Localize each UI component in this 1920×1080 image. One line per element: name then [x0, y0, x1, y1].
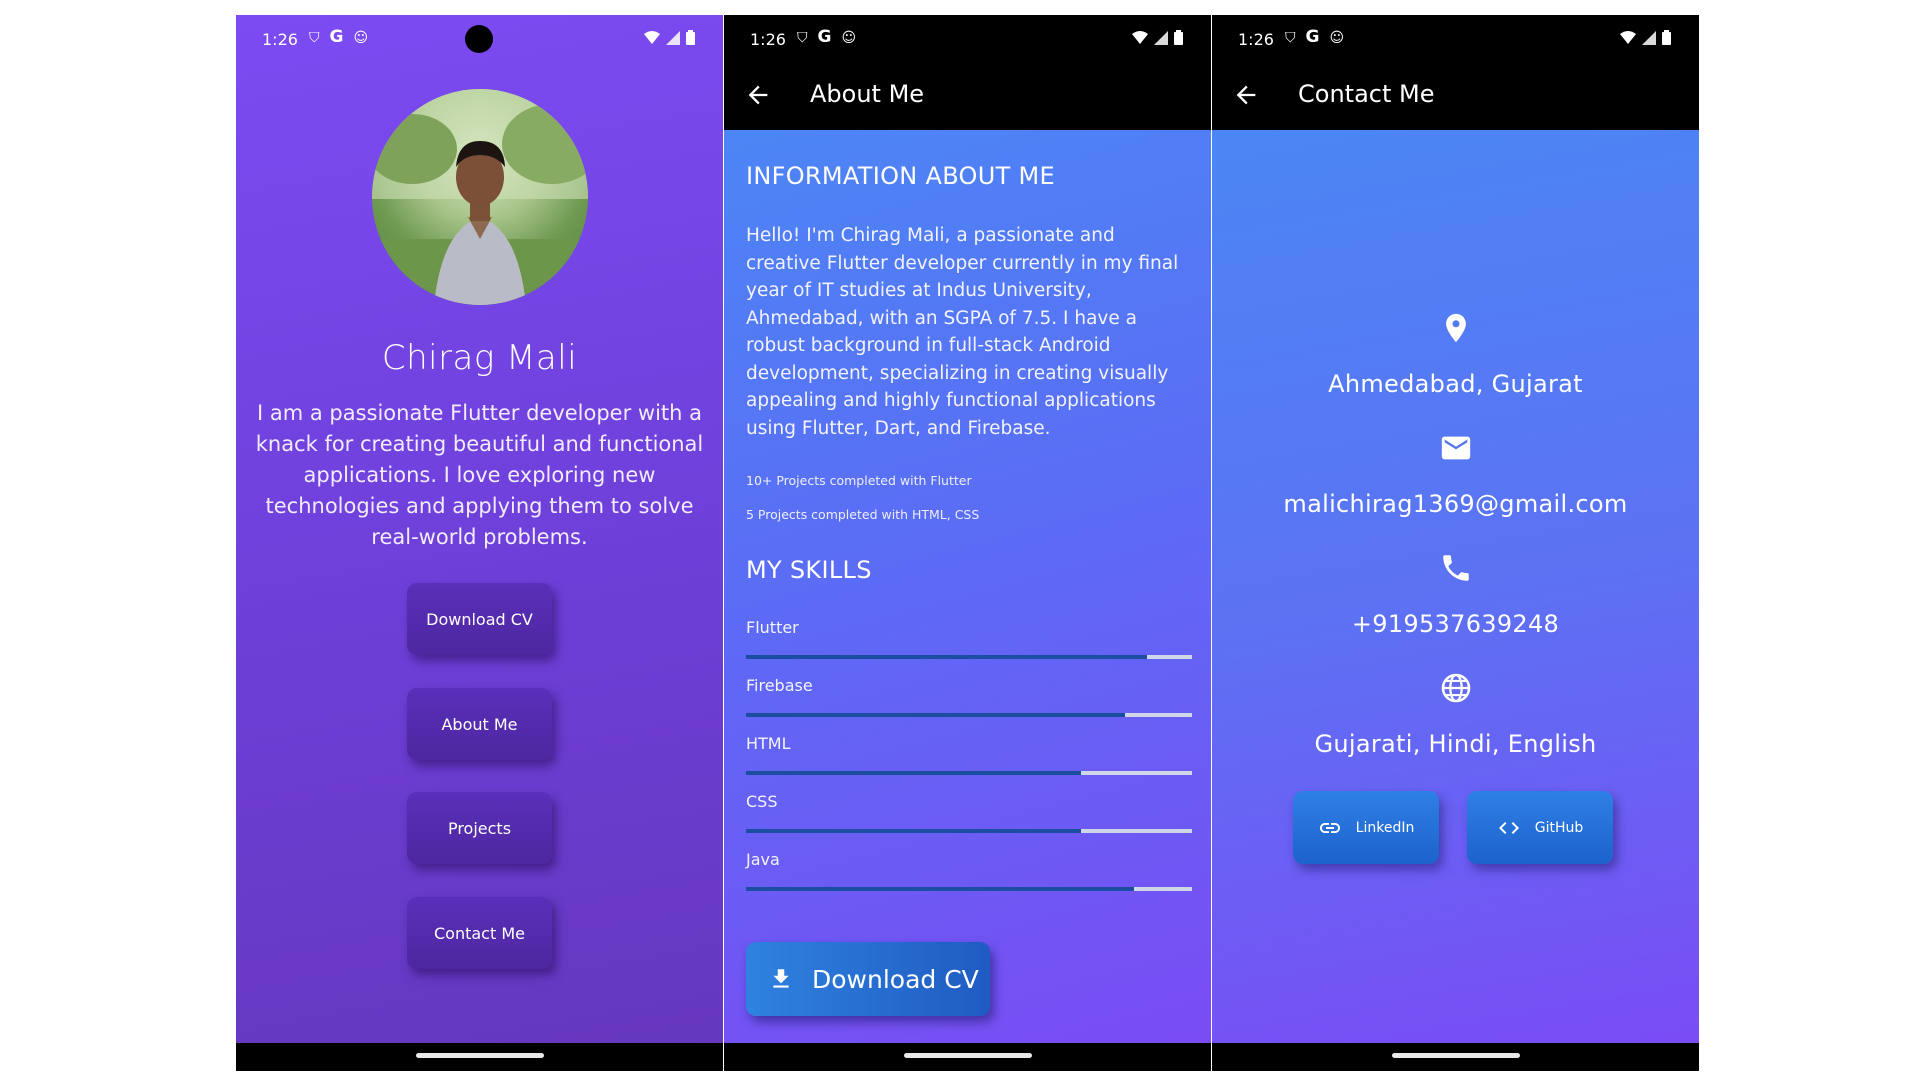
about-me-button[interactable]: About Me	[407, 688, 552, 760]
front-camera	[953, 25, 981, 53]
app-bar: Contact Me	[1212, 63, 1699, 130]
contact-background	[1212, 130, 1699, 1043]
phone-icon	[1443, 555, 1469, 581]
github-label: GitHub	[1534, 819, 1584, 836]
profile-photo	[372, 89, 588, 305]
code-icon	[1498, 821, 1519, 834]
face-icon: ☺	[1329, 30, 1345, 46]
skill-label-java: Java	[746, 850, 780, 869]
note-flutter-projects: 10+ Projects completed with Flutter	[746, 473, 972, 488]
shield-icon: ⛉	[1285, 30, 1296, 46]
wifi-icon	[1132, 30, 1148, 44]
download-icon	[773, 969, 789, 988]
google-icon: G	[1305, 27, 1320, 47]
skill-progress-track	[746, 713, 1192, 717]
app-bar-title: Contact Me	[1298, 80, 1435, 108]
status-bar: 1:26 ⛉ G ☺	[1212, 15, 1699, 63]
front-camera	[465, 25, 493, 53]
home-screen: 1:26 ⛉ G ☺ Chirag Mali I am a passionate…	[236, 15, 723, 1071]
contact-screen: 1:26 ⛉ G ☺ Contact Me Ahmedabad, Gujarat…	[1212, 15, 1699, 1071]
signal-icon	[1154, 30, 1168, 45]
battery-icon	[1174, 30, 1183, 45]
home-gesture-handle[interactable]	[1391, 1053, 1520, 1058]
skill-progress-fill	[746, 829, 1081, 833]
skill-label-css: CSS	[746, 792, 778, 811]
app-bar-title: About Me	[810, 80, 925, 108]
skill-progress-fill	[746, 655, 1148, 659]
location-pin-icon	[1446, 313, 1466, 343]
signal-icon	[666, 30, 680, 45]
projects-button[interactable]: Projects	[407, 792, 552, 864]
skill-progress-fill	[746, 887, 1135, 891]
signal-icon	[1642, 30, 1656, 45]
wifi-icon	[1620, 30, 1636, 44]
github-button[interactable]: GitHub	[1467, 791, 1613, 864]
profile-bio: I am a passionate Flutter developer with…	[255, 401, 704, 549]
shield-icon: ⛉	[797, 30, 808, 46]
note-html-projects: 5 Projects completed with HTML, CSS	[746, 507, 980, 522]
mail-icon	[1441, 436, 1471, 460]
skill-progress-track	[746, 655, 1192, 659]
shield-icon: ⛉	[309, 30, 320, 46]
contact-email[interactable]: malichirag1369@gmail.com	[1212, 490, 1699, 518]
linkedin-button[interactable]: LinkedIn	[1293, 791, 1439, 864]
linkedin-label: LinkedIn	[1355, 819, 1415, 836]
info-heading: INFORMATION ABOUT ME	[746, 162, 1055, 190]
contact-phone[interactable]: +919537639248	[1212, 610, 1699, 638]
status-bar: 1:26 ⛉ G ☺	[236, 15, 723, 63]
google-icon: G	[329, 27, 344, 47]
profile-name: Chirag Mali	[381, 338, 578, 378]
contact-me-button[interactable]: Contact Me	[407, 897, 552, 969]
download-cv-label: Download CV	[812, 964, 979, 994]
google-icon: G	[817, 27, 832, 47]
skill-progress-fill	[746, 713, 1126, 717]
battery-icon	[1662, 30, 1671, 45]
skill-progress-track	[746, 771, 1192, 775]
contact-location: Ahmedabad, Gujarat	[1328, 370, 1583, 398]
back-arrow-icon[interactable]	[744, 81, 772, 109]
face-icon: ☺	[353, 30, 369, 46]
skill-label-html: HTML	[746, 734, 791, 753]
status-time: 1:26	[750, 30, 786, 49]
info-paragraph: Hello! I'm Chirag Mali, a passionate and…	[746, 225, 1179, 439]
contact-languages: Gujarati, Hindi, English	[1314, 730, 1597, 758]
skill-progress-track	[746, 829, 1192, 833]
app-bar: About Me	[724, 63, 1211, 130]
home-gesture-handle[interactable]	[415, 1053, 544, 1058]
battery-icon	[686, 30, 695, 45]
status-time: 1:26	[1238, 30, 1274, 49]
globe-icon	[1441, 673, 1471, 703]
skills-heading: MY SKILLS	[746, 556, 872, 584]
about-screen: 1:26 ⛉ G ☺ About Me INFORMATION ABOUT ME…	[724, 15, 1211, 1071]
gesture-nav-bar	[1212, 1043, 1699, 1071]
skill-progress-fill	[746, 771, 1081, 775]
face-icon: ☺	[841, 30, 857, 46]
status-time: 1:26	[262, 30, 298, 49]
profile-person-illustration	[372, 89, 588, 305]
screenshot-canvas: 1:26 ⛉ G ☺ Chirag Mali I am a passionate…	[0, 0, 1920, 1080]
gesture-nav-bar	[724, 1043, 1211, 1071]
download-cv-button[interactable]: Download CV	[746, 942, 990, 1016]
download-cv-button[interactable]: Download CV	[407, 583, 552, 655]
home-gesture-handle[interactable]	[903, 1053, 1032, 1058]
status-bar: 1:26 ⛉ G ☺	[724, 15, 1211, 63]
skill-progress-track	[746, 887, 1192, 891]
link-icon	[1319, 822, 1340, 833]
gesture-nav-bar	[236, 1043, 723, 1071]
skill-label-flutter: Flutter	[746, 618, 799, 637]
wifi-icon	[644, 30, 660, 44]
back-arrow-icon[interactable]	[1232, 81, 1260, 109]
skill-label-firebase: Firebase	[746, 676, 813, 695]
front-camera	[1441, 25, 1469, 53]
